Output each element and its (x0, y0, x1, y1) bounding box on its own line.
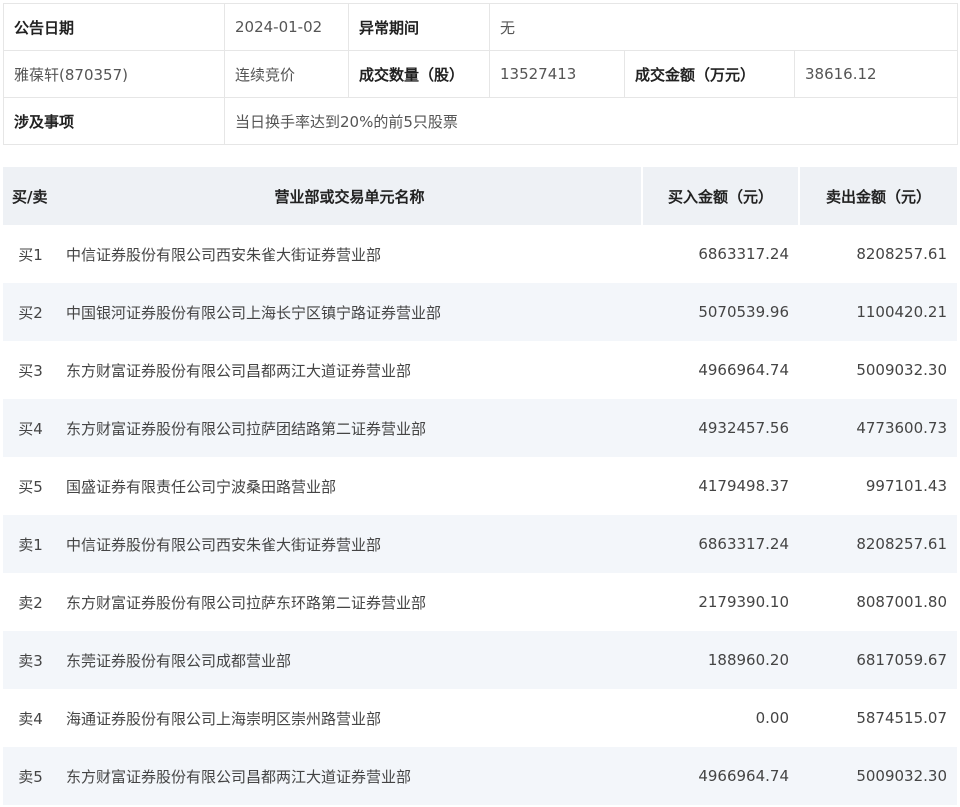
stock-name: 雅葆轩(870357) (3, 50, 225, 98)
broker-cell: 中国银河证券股份有限公司上海长宁区镇宁路证券营业部 (58, 283, 642, 341)
col-header-sell-amount: 卖出金额（元） (798, 167, 957, 225)
sell-amount-cell: 5874515.07 (856, 709, 947, 727)
sell-amount-cell: 8208257.61 (799, 515, 957, 573)
side-cell: 卖2 (18, 593, 43, 612)
amount-value: 38616.12 (794, 50, 958, 98)
announce-date-value: 2024-01-02 (224, 3, 349, 51)
table-row: 卖3 东莞证券股份有限公司成都营业部 188960.20 6817059.67 (3, 631, 957, 689)
buy-amount-cell: 4966964.74 (698, 361, 789, 379)
sell-amount-cell: 997101.43 (865, 477, 947, 495)
buy-amount-cell: 5070539.96 (642, 283, 799, 341)
col-header-buy-amount: 买入金额（元） (641, 167, 799, 225)
table-row: 卖5 东方财富证券股份有限公司昌都两江大道证券营业部 4966964.74 50… (3, 747, 957, 805)
sell-amount-cell: 1100420.21 (799, 283, 957, 341)
table-row: 卖1 中信证券股份有限公司西安朱雀大街证券营业部 6863317.24 8208… (3, 515, 957, 573)
broker-cell: 东莞证券股份有限公司成都营业部 (58, 631, 642, 689)
buy-amount-cell: 2179390.10 (698, 593, 789, 611)
table-row: 买4 东方财富证券股份有限公司拉萨团结路第二证券营业部 4932457.56 4… (3, 399, 957, 457)
buy-amount-cell: 6863317.24 (642, 515, 799, 573)
volume-value: 13527413 (489, 50, 625, 98)
trade-method: 连续竞价 (224, 50, 349, 98)
announcement-info-table: 公告日期 2024-01-02 异常期间 无 雅葆轩(870357) 连续竞价 … (3, 3, 958, 145)
col-header-side: 买/卖 (3, 167, 58, 225)
table-row: 买3 东方财富证券股份有限公司昌都两江大道证券营业部 4966964.74 50… (3, 341, 957, 399)
buy-amount-cell: 0.00 (755, 709, 789, 727)
sell-amount-cell: 5009032.30 (799, 747, 957, 805)
matter-label: 涉及事项 (3, 97, 225, 145)
volume-label: 成交数量（股） (348, 50, 490, 98)
broker-cell: 东方财富证券股份有限公司昌都两江大道证券营业部 (66, 361, 412, 380)
amount-label: 成交金额（万元） (624, 50, 795, 98)
abnormal-period-label: 异常期间 (348, 3, 490, 51)
side-cell: 卖5 (3, 747, 58, 805)
sell-amount-cell: 6817059.67 (799, 631, 957, 689)
table-row: 卖4 海通证券股份有限公司上海崇明区崇州路营业部 0.00 5874515.07 (3, 689, 957, 747)
broker-cell: 中信证券股份有限公司西安朱雀大街证券营业部 (58, 515, 642, 573)
info-row: 涉及事项 当日换手率达到20%的前5只股票 (3, 97, 958, 145)
buy-amount-cell: 6863317.24 (698, 245, 789, 263)
side-cell: 卖3 (3, 631, 58, 689)
broker-cell: 东方财富证券股份有限公司昌都两江大道证券营业部 (58, 747, 642, 805)
side-cell: 买3 (18, 361, 43, 380)
buy-amount-cell: 4932457.56 (642, 399, 799, 457)
broker-cell: 海通证券股份有限公司上海崇明区崇州路营业部 (66, 709, 382, 728)
sell-amount-cell: 8208257.61 (856, 245, 947, 263)
info-row: 公告日期 2024-01-02 异常期间 无 (3, 3, 958, 51)
col-header-broker: 营业部或交易单元名称 (58, 167, 642, 225)
sell-amount-cell: 8087001.80 (856, 593, 947, 611)
buy-amount-cell: 4966964.74 (642, 747, 799, 805)
side-cell: 买5 (18, 477, 43, 496)
side-cell: 买2 (3, 283, 58, 341)
side-cell: 卖1 (3, 515, 58, 573)
broker-cell: 东方财富证券股份有限公司拉萨东环路第二证券营业部 (66, 593, 427, 612)
side-cell: 买1 (18, 245, 43, 264)
broker-cell: 中信证券股份有限公司西安朱雀大街证券营业部 (66, 245, 382, 264)
side-cell: 买4 (3, 399, 58, 457)
buy-amount-cell: 4179498.37 (698, 477, 789, 495)
sell-amount-cell: 4773600.73 (799, 399, 957, 457)
broker-cell: 国盛证券有限责任公司宁波桑田路营业部 (66, 477, 337, 496)
table-header-row: 买/卖 营业部或交易单元名称 买入金额（元） 卖出金额（元） (3, 167, 957, 225)
announce-date-label: 公告日期 (3, 3, 225, 51)
broker-cell: 东方财富证券股份有限公司拉萨团结路第二证券营业部 (58, 399, 642, 457)
table-row: 买2 中国银河证券股份有限公司上海长宁区镇宁路证券营业部 5070539.96 … (3, 283, 957, 341)
broker-trades-table: 买/卖 营业部或交易单元名称 买入金额（元） 卖出金额（元） 买1 中信证券股份… (3, 167, 957, 805)
table-row: 买1 中信证券股份有限公司西安朱雀大街证券营业部 6863317.24 8208… (3, 225, 957, 283)
side-cell: 卖4 (18, 709, 43, 728)
info-row: 雅葆轩(870357) 连续竞价 成交数量（股） 13527413 成交金额（万… (3, 50, 958, 98)
table-row: 买5 国盛证券有限责任公司宁波桑田路营业部 4179498.37 997101.… (3, 457, 957, 515)
matter-value: 当日换手率达到20%的前5只股票 (224, 97, 958, 145)
sell-amount-cell: 5009032.30 (856, 361, 947, 379)
abnormal-period-value: 无 (489, 3, 958, 51)
buy-amount-cell: 188960.20 (642, 631, 799, 689)
table-row: 卖2 东方财富证券股份有限公司拉萨东环路第二证券营业部 2179390.10 8… (3, 573, 957, 631)
